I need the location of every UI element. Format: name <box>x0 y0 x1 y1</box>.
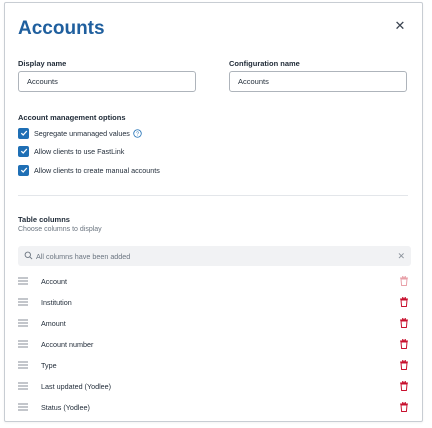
column-label: Last updated (Yodlee) <box>41 381 112 391</box>
column-label: Status (Yodlee) <box>41 402 90 412</box>
checkbox-checked[interactable] <box>18 127 29 139</box>
table-columns-title: Table columns <box>18 215 70 224</box>
checkmark-icon <box>20 148 27 154</box>
table-columns-subtitle: Choose columns to display <box>18 226 102 233</box>
trash-icon[interactable] <box>400 360 408 370</box>
drag-handle-icon[interactable] <box>18 361 30 369</box>
column-label: Type <box>41 360 57 370</box>
checkmark-icon <box>20 130 27 136</box>
trash-icon[interactable] <box>400 381 408 391</box>
drag-handle-icon[interactable] <box>18 403 30 411</box>
checkbox-checked[interactable] <box>18 164 29 176</box>
trash-icon[interactable] <box>400 318 408 328</box>
trash-icon[interactable] <box>400 297 408 307</box>
column-row-amount: Amount <box>18 316 411 330</box>
column-row-type: Type <box>18 358 411 372</box>
search-placeholder: All columns have been added <box>36 251 131 261</box>
option-allow-fastlink[interactable]: Allow clients to use FastLink <box>18 145 124 157</box>
column-row-status: Status (Yodlee) <box>18 400 411 414</box>
column-row-account: Account <box>18 274 411 288</box>
svg-text:?: ? <box>136 131 139 137</box>
trash-icon[interactable] <box>400 402 408 412</box>
trash-icon <box>400 276 408 286</box>
dialog-title: Accounts <box>18 18 105 39</box>
options-section-title: Account management options <box>18 113 126 122</box>
column-label: Institution <box>41 297 72 307</box>
drag-handle-icon[interactable] <box>18 298 30 306</box>
column-search[interactable]: All columns have been added ✕ <box>18 246 411 266</box>
checkmark-icon <box>20 167 27 173</box>
drag-handle-icon[interactable] <box>18 382 30 390</box>
display-name-label: Display name <box>18 59 67 68</box>
drag-handle-icon[interactable] <box>18 340 30 348</box>
close-icon: ✕ <box>394 18 406 33</box>
drag-handle-icon[interactable] <box>18 319 30 327</box>
clear-icon[interactable]: ✕ <box>397 251 405 261</box>
close-button[interactable]: ✕ <box>392 18 408 34</box>
option-label: Segregate unmanaged values <box>34 128 130 138</box>
configuration-name-input[interactable] <box>229 71 407 92</box>
column-label: Amount <box>41 318 66 328</box>
checkbox-checked[interactable] <box>18 145 29 157</box>
column-label: Account number <box>41 339 94 349</box>
column-row-account-number: Account number <box>18 337 411 351</box>
option-label: Allow clients to use FastLink <box>34 146 125 156</box>
trash-icon[interactable] <box>400 339 408 349</box>
column-label: Account <box>41 276 67 286</box>
section-divider <box>18 195 408 196</box>
search-icon <box>24 247 33 265</box>
option-segregate-unmanaged[interactable]: Segregate unmanaged values ? <box>18 127 142 139</box>
column-row-institution: Institution <box>18 295 411 309</box>
accounts-dialog: Accounts ✕ Display name Configuration na… <box>4 2 423 422</box>
option-allow-manual-accounts[interactable]: Allow clients to create manual accounts <box>18 164 160 176</box>
drag-handle-icon[interactable] <box>18 277 30 285</box>
configuration-name-label: Configuration name <box>229 59 300 68</box>
column-row-last-updated: Last updated (Yodlee) <box>18 379 411 393</box>
display-name-input[interactable] <box>18 71 196 92</box>
option-label: Allow clients to create manual accounts <box>34 165 160 175</box>
help-circle-icon[interactable]: ? <box>133 128 142 138</box>
